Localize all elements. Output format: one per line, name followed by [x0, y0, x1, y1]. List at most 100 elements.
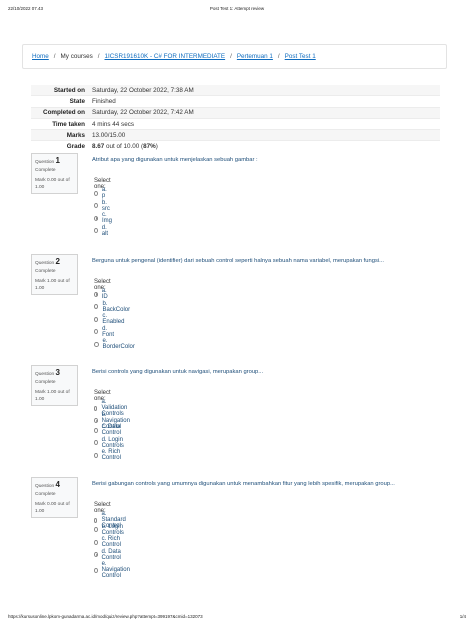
answer-option-label: d. Data Control — [101, 548, 121, 561]
radio-unchecked-icon[interactable] — [94, 316, 99, 322]
question-info-box: Question 3 Complete Mark 1.00 out of 1.00 — [31, 365, 78, 406]
question-number: Question 3 — [35, 368, 74, 377]
question-number-value: 1 — [55, 156, 60, 165]
question-text: Atribut apa yang digunakan untuk menjela… — [92, 157, 258, 163]
radio-unchecked-icon[interactable] — [94, 567, 98, 573]
answer-option-label: c. Enabled — [102, 313, 125, 325]
question-label: Question — [35, 372, 55, 377]
question-state: Complete — [35, 269, 56, 274]
radio-unchecked-icon[interactable] — [94, 304, 99, 309]
breadcrumb-separator: / — [277, 53, 280, 60]
answer-option[interactable]: c. Enabled — [94, 313, 125, 325]
question-label: Question — [35, 160, 55, 165]
summary-value: 8.67 out of 10.00 (87%) — [92, 143, 158, 150]
question-number: Question 4 — [35, 480, 74, 489]
answer-option[interactable]: b. src — [94, 200, 111, 212]
summary-value: 4 mins 44 secs — [92, 120, 134, 128]
answer-option[interactable]: c. Data Control — [94, 424, 122, 436]
radio-unchecked-icon[interactable] — [94, 341, 99, 347]
radio-unchecked-icon[interactable] — [94, 427, 98, 433]
summary-key: Marks — [66, 131, 85, 139]
grade-text: out of 10.00 ( — [104, 143, 144, 151]
print-header: 22/10/2022 07.43 Post Test 1: Attempt re… — [8, 6, 466, 14]
question-number-value: 2 — [55, 257, 60, 266]
answer-option-label: a. ID — [101, 288, 108, 300]
breadcrumb: Home / My courses / 1ICSR191610K - C# FOR IN… — [22, 44, 447, 69]
radio-unchecked-icon[interactable] — [94, 539, 98, 545]
question-text: Berisi gabungan controls yang umumnya di… — [92, 481, 395, 487]
summary-key: Grade — [66, 143, 85, 151]
answer-option-label: e. Navigation Control — [101, 561, 130, 579]
answer-option-label: d. Login Controls — [101, 436, 124, 449]
question-label: Question — [35, 484, 55, 489]
breadcrumb-course[interactable]: 1ICSR191610K - C# FOR INTERMEDIATE — [105, 53, 226, 60]
print-title: Post Test 1: Attempt review — [209, 6, 265, 11]
summary-row-state: State Finished — [31, 95, 440, 106]
radio-checked-icon[interactable] — [94, 418, 98, 423]
answer-option-label: a. p — [101, 187, 107, 199]
answer-option[interactable]: a. ID — [94, 288, 109, 300]
breadcrumb-section[interactable]: Pertemuan 1 — [237, 53, 273, 60]
answer-option[interactable]: b. Login Controls — [94, 524, 125, 536]
answer-option[interactable]: c. Img — [94, 212, 113, 224]
radio-unchecked-icon[interactable] — [94, 405, 98, 411]
question-info-box: Question 1 Complete Mark 0.00 out of 1.00 — [31, 153, 78, 194]
question-number: Question 2 — [35, 257, 74, 266]
grade-close: ) — [155, 143, 158, 151]
breadcrumb-separator: / — [53, 53, 56, 60]
answer-option-label: c. Data Control — [101, 424, 121, 436]
radio-unchecked-icon[interactable] — [94, 190, 98, 196]
answer-option-label: e. Rich Control — [101, 449, 121, 461]
breadcrumb-home[interactable]: Home — [32, 53, 49, 60]
summary-value: Saturday, 22 October 2022, 7:38 AM — [92, 86, 194, 94]
question-info-box: Question 4 Complete Mark 0.00 out of 1.00 — [31, 477, 78, 518]
summary-value: Saturday, 22 October 2022, 7:42 AM — [92, 109, 194, 117]
radio-unchecked-icon[interactable] — [94, 527, 98, 532]
summary-row-grade: Grade 8.67 out of 10.00 (87%) — [31, 140, 440, 151]
answer-option[interactable]: d. Data Control — [94, 549, 122, 561]
breadcrumb-separator: / — [230, 53, 232, 60]
summary-row-time: Time taken 4 mins 44 secs — [31, 117, 440, 129]
radio-unchecked-icon[interactable] — [94, 517, 98, 523]
radio-unchecked-icon[interactable] — [94, 203, 98, 208]
question-mark: Mark 1.00 out of 1.00 — [35, 279, 70, 291]
answer-option[interactable]: d. Font — [94, 326, 115, 338]
summary-row-started: Started on Saturday, 22 October 2022, 7:3… — [31, 85, 440, 96]
grade-value: 8.67 — [92, 143, 105, 151]
summary-key: State — [69, 97, 85, 105]
answer-option[interactable]: a. p — [94, 187, 108, 199]
breadcrumb-my-courses[interactable]: My courses — [61, 53, 93, 60]
radio-checked-icon[interactable] — [94, 215, 99, 221]
question-mark: Mark 0.00 out of 1.00 — [35, 502, 70, 514]
question-mark: Mark 1.00 out of 1.00 — [35, 390, 70, 402]
radio-unchecked-icon[interactable] — [94, 228, 98, 233]
answer-option[interactable]: b. BackColor — [94, 301, 131, 313]
answer-option-label: c. Rich Control — [101, 536, 121, 548]
question-state: Complete — [35, 380, 56, 385]
answer-option-label: c. Img — [102, 212, 113, 224]
answer-option[interactable]: e. Navigation Control — [94, 561, 131, 579]
answer-option[interactable]: e. BorderColor — [94, 338, 135, 350]
answer-option[interactable]: d. alt — [94, 225, 109, 237]
radio-checked-icon[interactable] — [94, 291, 98, 297]
answer-option-label: e. BorderColor — [102, 338, 135, 350]
summary-value: Finished — [92, 97, 116, 105]
summary-row-completed: Completed on Saturday, 22 October 2022, 7… — [31, 106, 440, 118]
radio-unchecked-icon[interactable] — [94, 329, 99, 334]
print-footer: https://kursusonline.lpkom-gunadarma.ac.… — [8, 614, 466, 622]
answer-option[interactable]: d. Login Controls — [94, 437, 125, 449]
question-label: Question — [35, 261, 55, 266]
answer-option[interactable]: c. Rich Control — [94, 536, 122, 548]
radio-unchecked-icon[interactable] — [94, 452, 98, 458]
answer-option[interactable]: e. Rich Control — [94, 449, 122, 461]
answer-option-label: d. alt — [101, 224, 109, 237]
print-url: https://kursusonline.lpkom-gunadarma.ac.… — [8, 614, 203, 619]
summary-value: 13.00/15.00 — [92, 131, 126, 139]
answer-option-label: b. BackColor — [102, 300, 131, 313]
breadcrumb-quiz[interactable]: Post Test 1 — [285, 53, 316, 60]
summary-key: Time taken — [52, 120, 85, 128]
question-number: Question 1 — [35, 156, 74, 165]
summary-row-marks: Marks 13.00/15.00 — [31, 129, 440, 141]
radio-checked-icon[interactable] — [94, 552, 98, 557]
radio-unchecked-icon[interactable] — [94, 440, 98, 445]
